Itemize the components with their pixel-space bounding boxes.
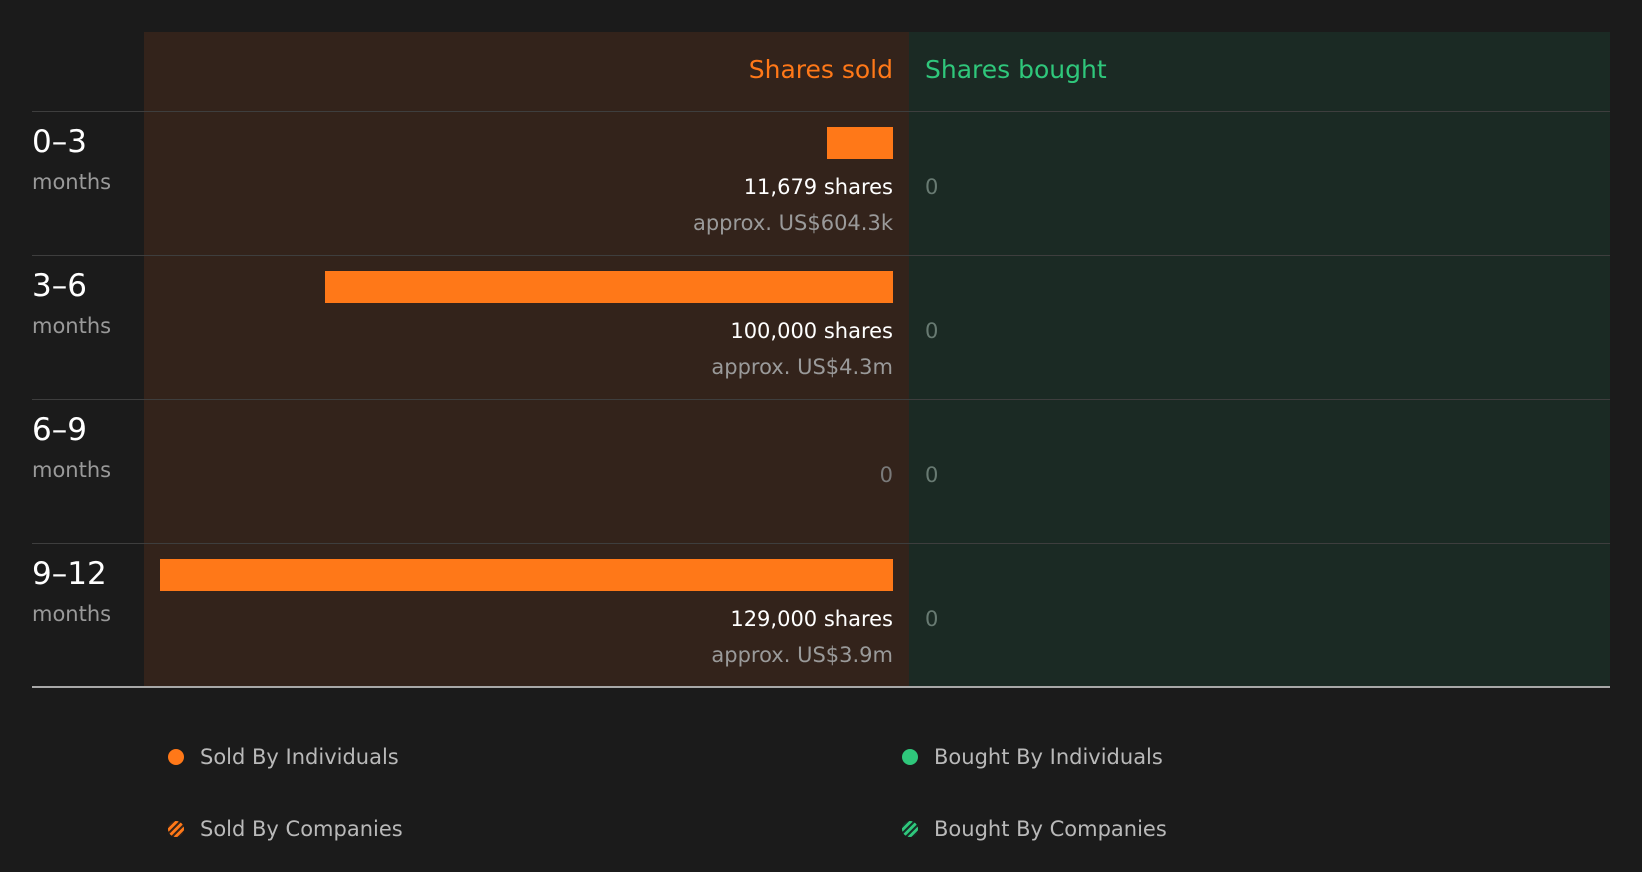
legend-label: Bought By Individuals: [934, 745, 1163, 769]
header-shares-sold: Shares sold: [748, 55, 893, 84]
sold-bar: [827, 127, 893, 159]
legend-swatch-hatched-green: [902, 821, 918, 837]
legend-bought-by-companies: Bought By Companies: [902, 814, 1167, 844]
sold-shares-value: 0: [879, 463, 893, 487]
period-label: 6–9: [32, 412, 87, 448]
bought-shares-value: 0: [925, 607, 939, 631]
period-unit: months: [32, 458, 112, 482]
sold-bar: [160, 559, 893, 591]
legend-label: Sold By Individuals: [200, 745, 399, 769]
period-unit: months: [32, 602, 112, 626]
period-row-6-9: 6–9 months 0 0: [0, 400, 1642, 544]
period-row-9-12: 9–12 months 129,000 shares approx. US$3.…: [0, 544, 1642, 688]
legend-sold-by-companies: Sold By Companies: [168, 814, 403, 844]
sold-approx-value: approx. US$604.3k: [692, 211, 893, 235]
period-unit: months: [32, 314, 112, 338]
period-label: 0–3: [32, 124, 87, 160]
legend-sold-by-individuals: Sold By Individuals: [168, 742, 399, 772]
bought-shares-value: 0: [925, 319, 939, 343]
legend-swatch-solid-orange: [168, 749, 184, 765]
legend-bought-by-individuals: Bought By Individuals: [902, 742, 1163, 772]
sold-shares-value: 100,000 shares: [730, 319, 893, 343]
period-row-3-6: 3–6 months 100,000 shares approx. US$4.3…: [0, 256, 1642, 400]
legend-swatch-solid-green: [902, 749, 918, 765]
header-shares-bought: Shares bought: [925, 55, 1107, 84]
legend-label: Sold By Companies: [200, 817, 403, 841]
sold-bar: [325, 271, 893, 303]
insider-trading-chart: Shares sold Shares bought 0–3 months 11,…: [0, 0, 1642, 700]
legend-label: Bought By Companies: [934, 817, 1167, 841]
period-row-0-3: 0–3 months 11,679 shares approx. US$604.…: [0, 112, 1642, 256]
bought-shares-value: 0: [925, 463, 939, 487]
sold-shares-value: 129,000 shares: [730, 607, 893, 631]
bought-shares-value: 0: [925, 175, 939, 199]
legend-swatch-hatched-orange: [168, 821, 184, 837]
sold-approx-value: approx. US$4.3m: [711, 355, 893, 379]
period-unit: months: [32, 170, 112, 194]
period-label: 9–12: [32, 556, 107, 592]
period-label: 3–6: [32, 268, 87, 304]
sold-approx-value: approx. US$3.9m: [711, 643, 893, 667]
sold-shares-value: 11,679 shares: [743, 175, 893, 199]
